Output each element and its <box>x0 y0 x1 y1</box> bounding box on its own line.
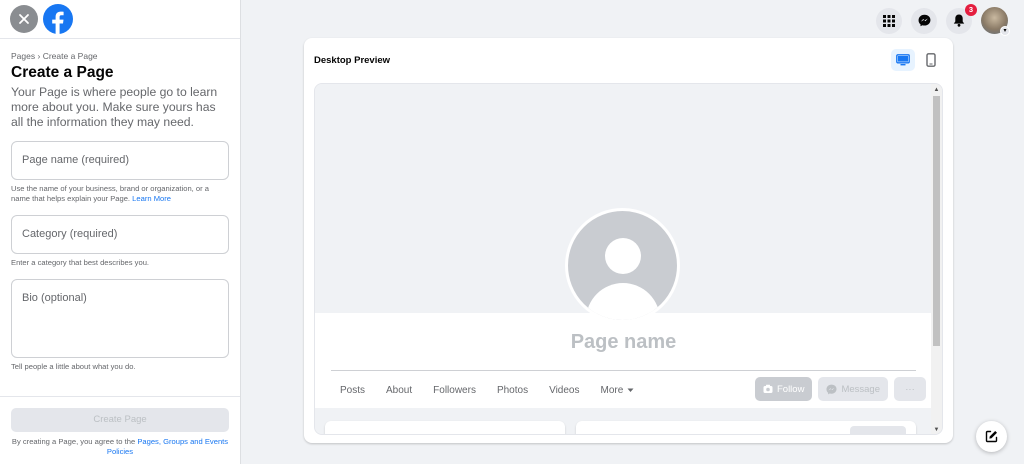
compose-icon <box>985 430 998 443</box>
create-page-button[interactable]: Create Page <box>11 408 229 432</box>
preview-tabs: Posts About Followers Photos Videos More <box>340 378 655 402</box>
tab-followers[interactable]: Followers <box>433 385 476 396</box>
tab-more[interactable]: More <box>601 385 635 396</box>
caret-down-icon <box>627 388 634 392</box>
top-nav: 3 ▾ <box>876 3 1010 36</box>
profile-placeholder-head <box>605 238 641 274</box>
new-message-button[interactable] <box>976 421 1007 452</box>
tab-posts[interactable]: Posts <box>340 385 365 396</box>
preview-page-name: Page name <box>570 331 677 353</box>
close-icon <box>19 14 29 24</box>
preview-actions: Follow Message ··· <box>754 377 926 401</box>
messenger-button[interactable] <box>911 7 937 34</box>
learn-more-link[interactable]: Learn More <box>132 194 171 203</box>
message-button[interactable]: Message <box>818 377 888 401</box>
preview-intro-card <box>325 421 565 434</box>
preview-frame: Page name Posts About Followers Photos V… <box>314 83 943 435</box>
preview-card: Desktop Preview Page name Posts About Fo… <box>304 38 953 443</box>
message-label: Message <box>841 383 880 395</box>
profile-picture <box>565 208 680 323</box>
preview-scrollbar[interactable]: ▲ ▼ <box>931 84 942 434</box>
messenger-icon <box>826 384 837 394</box>
bio-field[interactable]: Bio (optional) <box>11 279 229 358</box>
scroll-thumb[interactable] <box>933 96 940 346</box>
tab-more-label: More <box>600 384 624 396</box>
bell-icon <box>953 14 965 27</box>
notifications-button[interactable]: 3 <box>946 3 977 34</box>
close-button[interactable] <box>10 5 38 33</box>
tab-about[interactable]: About <box>386 385 412 396</box>
profile-placeholder-body <box>586 283 660 320</box>
create-page-panel: Pages › Create a Page Create a Page Your… <box>0 0 241 464</box>
breadcrumb-separator: › <box>37 51 41 61</box>
desktop-preview-button[interactable] <box>891 49 915 71</box>
grid-menu-icon <box>883 14 895 27</box>
follow-icon <box>763 384 773 393</box>
chevron-down-icon: ▾ <box>1000 26 1010 36</box>
mobile-preview-button[interactable] <box>919 49 943 71</box>
account-avatar[interactable]: ▾ <box>981 7 1010 36</box>
bio-help: Tell people a little about what you do. <box>11 362 136 371</box>
page-name-field[interactable]: Page name (required) <box>11 141 229 180</box>
form-area: Pages › Create a Page Create a Page Your… <box>0 39 240 372</box>
terms-prefix: By creating a Page, you agree to the <box>11 437 136 446</box>
menu-button[interactable] <box>876 7 902 34</box>
preview-posts-card <box>576 421 916 434</box>
follow-label: Follow <box>776 383 805 395</box>
panel-footer: Create Page By creating a Page, you agre… <box>0 396 240 464</box>
panel-header <box>0 0 240 39</box>
terms-text: By creating a Page, you agree to the Pag… <box>11 437 229 457</box>
tab-photos[interactable]: Photos <box>497 385 528 396</box>
mobile-icon <box>926 53 936 67</box>
scroll-down-icon[interactable]: ▼ <box>933 426 940 434</box>
breadcrumb-current: Create a Page <box>42 51 98 61</box>
tab-videos[interactable]: Videos <box>549 385 579 396</box>
scroll-up-icon[interactable]: ▲ <box>933 86 940 94</box>
page-name-help: Use the name of your business, brand or … <box>11 184 229 204</box>
facebook-logo-icon[interactable] <box>43 4 73 34</box>
page-subtitle: Your Page is where people go to learn mo… <box>11 85 218 129</box>
desktop-icon <box>896 54 910 66</box>
page-name-help-text: Use the name of your business, brand or … <box>11 184 209 203</box>
breadcrumb-pages-link[interactable]: Pages <box>11 51 35 61</box>
preview-title: Desktop Preview <box>314 54 391 66</box>
divider <box>331 370 916 371</box>
messenger-icon <box>918 14 930 27</box>
category-field[interactable]: Category (required) <box>11 215 229 254</box>
more-actions-button[interactable]: ··· <box>894 377 926 401</box>
filter-pill <box>850 426 906 434</box>
follow-button[interactable]: Follow <box>754 377 813 401</box>
notification-badge: 3 <box>965 3 977 16</box>
category-help: Enter a category that best describes you… <box>11 258 150 267</box>
breadcrumb: Pages › Create a Page <box>11 51 229 61</box>
preview-header: Desktop Preview <box>304 38 953 82</box>
page-title: Create a Page <box>11 64 114 81</box>
device-toggle <box>891 49 943 71</box>
